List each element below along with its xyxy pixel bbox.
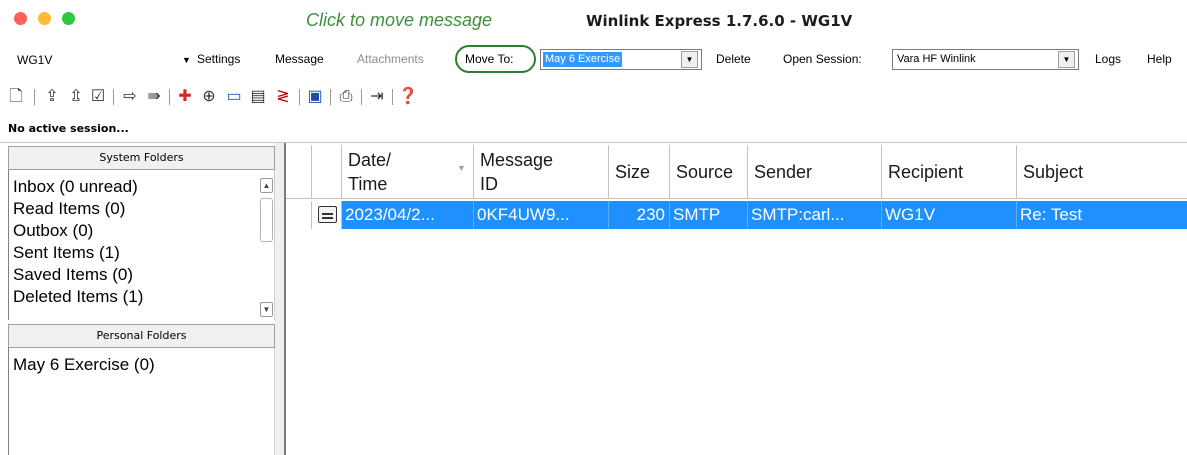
folder-outbox[interactable]: Outbox (0) [13,221,93,241]
col-header-recipient-label: Recipient [888,162,964,182]
system-folders-list: Inbox (0 unread) Read Items (0) Outbox (… [8,170,275,320]
menu-help[interactable]: Help [1147,52,1172,66]
col-header-source[interactable]: Source [670,145,748,199]
folder-saved-items[interactable]: Saved Items (0) [13,265,133,285]
toolbar-separator [34,89,35,105]
menu-open-session[interactable]: Open Session: [783,52,862,66]
minimize-window-button[interactable] [38,12,51,25]
menu-logs[interactable]: Logs [1095,52,1121,66]
row-recipient: WG1V [882,201,1017,229]
row-subject: Re: Test [1017,201,1187,229]
col-header-size[interactable]: Size [609,145,670,199]
folder-deleted-items[interactable]: Deleted Items (1) [13,287,143,307]
chart-icon[interactable]: ≷ [273,87,293,107]
col-header-icon[interactable] [312,145,342,199]
row-datetime: 2023/04/2... [342,201,474,229]
table-row[interactable]: 2023/04/2... 0KF4UW9... 230 SMTP SMTP:ca… [286,201,1187,229]
system-folders-scrollbar[interactable]: ▲ ▼ [258,170,275,320]
personal-folders-list: May 6 Exercise (0) [8,348,275,455]
session-type-select[interactable]: Vara HF Winlink ▼ [892,49,1079,70]
row-flag-cell [286,201,312,229]
personal-folders-header: Personal Folders [8,324,275,348]
callsign-selector[interactable]: WG1V ▼ [10,50,191,70]
checked-icon[interactable]: ☑ [88,87,108,107]
message-list: Date/ Time ▼ Message ID Size Source Send… [286,145,1187,455]
folder-read-items[interactable]: Read Items (0) [13,199,125,219]
move-to-folder-select[interactable]: May 6 Exercise ▼ [540,49,702,70]
read-inbox-icon[interactable]: ⇪ [42,87,62,107]
col-header-subject-label: Subject [1023,162,1084,182]
col-header-message-id[interactable]: Message ID [474,145,609,199]
move-to-folder-value: May 6 Exercise [543,52,623,67]
session-status: No active session... [8,122,129,135]
toolbar-separator [392,89,393,105]
connect-icon[interactable]: ⇥ [367,87,387,107]
menu-delete[interactable]: Delete [716,52,751,66]
toolbar-separator [330,89,331,105]
toolbar-separator [299,89,300,105]
menu-attachments[interactable]: Attachments [357,52,424,66]
col-header-msgid-line2: ID [480,174,498,194]
row-sender: SMTP:carl... [748,201,882,229]
document-icon[interactable]: ▤ [248,87,268,107]
col-header-datetime-line2: Time [348,174,388,194]
message-envelope-icon [318,206,337,223]
row-icon-cell [312,201,342,229]
title-bar: Click to move message Winlink Express 1.… [0,0,1187,40]
col-header-recipient[interactable]: Recipient [882,145,1017,199]
row-message-id: 0KF4UW9... [474,201,609,229]
help-icon[interactable]: ❓ [398,87,418,107]
reply-icon[interactable]: ⇨ [120,87,140,107]
col-header-sender[interactable]: Sender [748,145,882,199]
globe-icon[interactable]: ⊕ [199,87,219,107]
col-header-sender-label: Sender [754,162,813,182]
scrollbar-thumb[interactable] [260,198,273,242]
outbox-icon[interactable]: ⇫ [66,87,86,107]
col-header-subject[interactable]: Subject [1017,145,1187,199]
position-icon[interactable]: ✚ [175,87,195,107]
scroll-down-icon[interactable]: ▼ [260,302,273,317]
save-icon[interactable]: ▣ [305,87,325,107]
session-type-value: Vara HF Winlink [897,53,976,65]
sort-descending-icon: ▼ [457,163,466,173]
new-message-icon[interactable]: 🗋 [6,87,26,107]
col-header-source-label: Source [676,162,734,182]
toolbar-separator [113,89,114,105]
toolbar-separator [361,89,362,105]
menu-bar: WG1V ▼ Settings Message Attachments Move… [0,44,1187,74]
folder-inbox[interactable]: Inbox (0 unread) [13,177,138,197]
row-source: SMTP [670,201,748,229]
terminal-icon[interactable]: ▭ [224,87,244,107]
window-title: Winlink Express 1.7.6.0 - WG1V [586,12,853,30]
menu-settings[interactable]: Settings [197,52,240,66]
status-divider [0,142,1187,143]
folder-sent-items[interactable]: Sent Items (1) [13,243,120,263]
forward-icon[interactable]: ⇛ [144,87,164,107]
folder-may-6-exercise[interactable]: May 6 Exercise (0) [13,355,155,375]
dropdown-arrow-icon: ▼ [182,55,191,65]
system-folders-header: System Folders [8,146,275,170]
col-header-msgid-line1: Message [480,150,554,170]
toolbar-separator [169,89,170,105]
move-message-hint: Click to move message [306,10,493,30]
menu-message[interactable]: Message [275,52,324,66]
scroll-up-icon[interactable]: ▲ [260,178,273,193]
zoom-window-button[interactable] [62,12,75,25]
session-dropdown-icon[interactable]: ▼ [1058,51,1075,68]
print-icon[interactable]: ⎙ [336,87,356,107]
row-size: 230 [609,201,670,229]
col-header-flag[interactable] [286,145,312,199]
col-header-datetime[interactable]: Date/ Time ▼ [342,145,474,199]
callsign-value: WG1V [17,53,53,67]
close-window-button[interactable] [14,12,27,25]
move-to-dropdown-icon[interactable]: ▼ [681,51,698,68]
menu-move-to[interactable]: Move To: [465,52,513,66]
toolbar: 🗋 ⇪ ⇫ ☑ ⇨ ⇛ ✚ ⊕ ▭ ▤ ≷ ▣ ⎙ ⇥ ❓ [0,84,1187,112]
col-header-datetime-line1: Date/ [348,150,392,170]
col-header-size-label: Size [615,162,651,182]
